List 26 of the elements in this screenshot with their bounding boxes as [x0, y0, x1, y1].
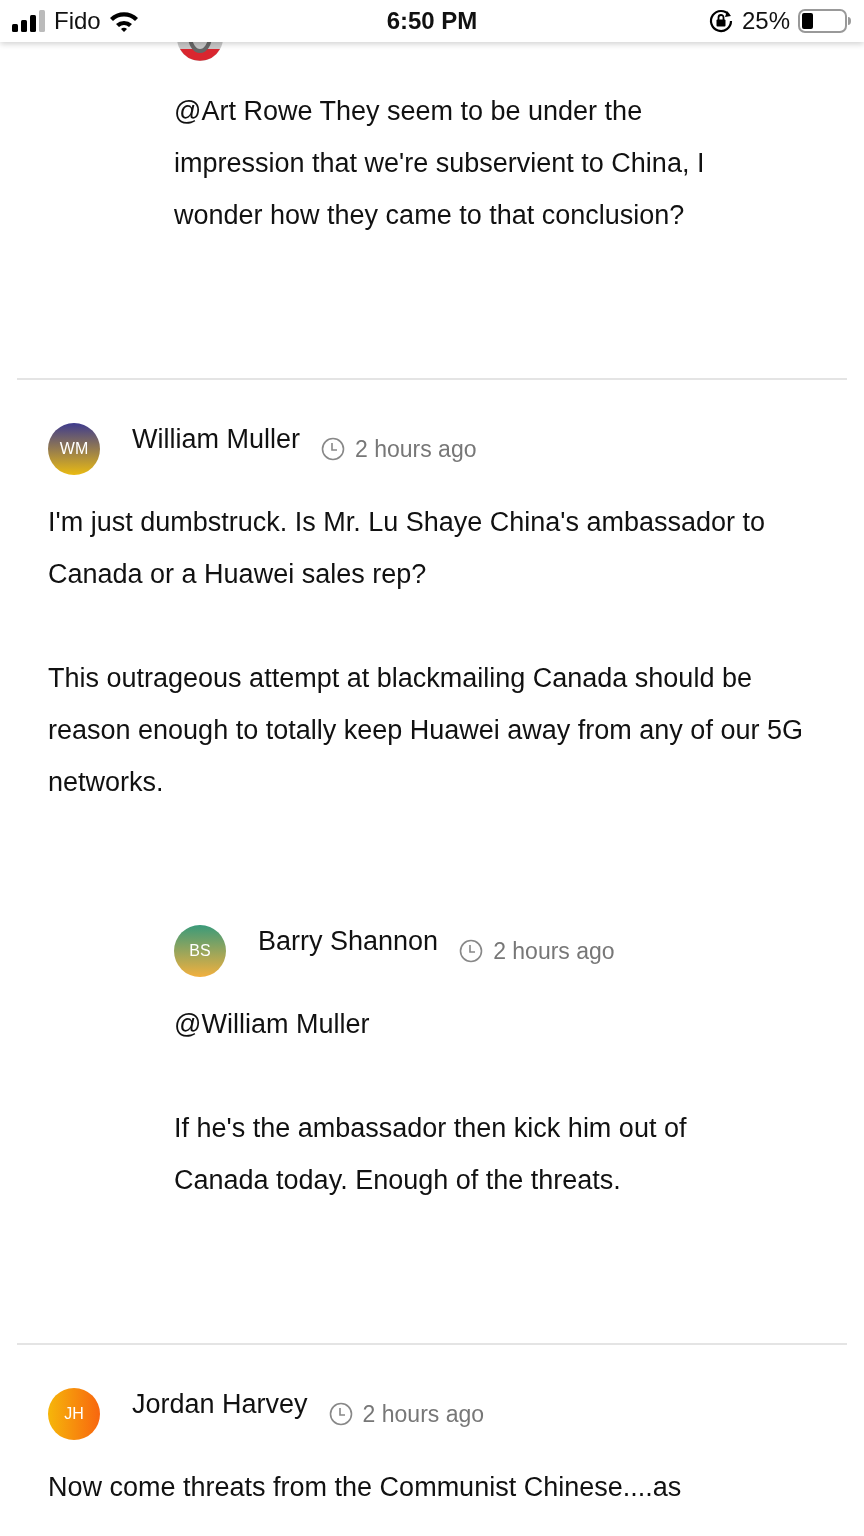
comment-text: This outrageous attempt at blackmailing Canada should be reason enough to totally keep Huawei away from any of our 5G networks. — [48, 662, 804, 799]
user-avatar — [176, 42, 224, 62]
clock-icon — [321, 437, 345, 461]
battery-icon — [798, 9, 852, 33]
comment-text: @William Muller — [174, 1008, 371, 1041]
clock-icon — [459, 939, 484, 963]
rotation-lock-icon — [707, 8, 734, 34]
comment-text: @Art Rowe They seem to be under the impression that we're subservient to China, I wonder how they came to that conclusion? — [174, 95, 706, 232]
user-avatar: BS — [174, 925, 226, 977]
comment-text: I'm just dumbstruck. Is Mr. Lu Shaye China's ambassador to Canada or a Huawei sales rep? — [48, 506, 767, 591]
comment-text: If he's the ambassador then kick him out of Canada today. Enough of the threats. — [174, 1112, 688, 1197]
author-name: Jordan Harvey — [132, 1388, 308, 1421]
user-avatar: WM — [48, 423, 100, 475]
timestamp: 2 hours ago — [493, 937, 615, 965]
carrier-name: Fido — [54, 7, 101, 35]
clock-icon — [328, 1402, 353, 1426]
timestamp: 2 hours ago — [355, 435, 477, 463]
author-name: William Muller — [132, 423, 300, 456]
status-time: 6:50 PM — [386, 7, 478, 35]
user-avatar: JH — [48, 1388, 100, 1440]
wifi-icon — [108, 10, 139, 32]
battery-percent: 25% — [741, 7, 790, 35]
signal-icon — [12, 10, 46, 32]
author-name: Barry Shannon — [258, 925, 439, 958]
timestamp: 2 hours ago — [362, 1400, 485, 1428]
comment-text: Now come threats from the Communist Chinese....as — [48, 1471, 683, 1504]
